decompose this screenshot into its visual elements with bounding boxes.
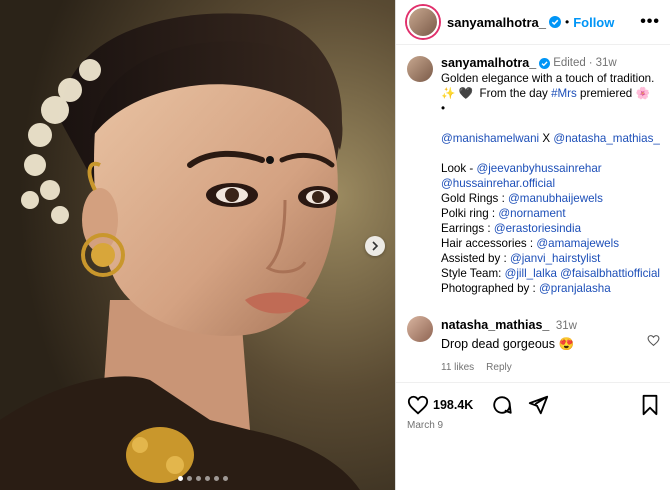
separator-dot: · [588,57,593,69]
mention-link[interactable]: @manishamelwani [441,132,539,145]
author-avatar[interactable] [407,6,439,38]
commenter-avatar[interactable] [407,316,433,342]
heart-icon[interactable] [647,334,660,347]
post-caption: sanyamalhotra_ Edited · 31w Golden elega… [407,56,662,296]
credit-mention[interactable]: @jeevanbyhussainrehar [476,162,601,175]
verified-icon [539,58,551,69]
credit-line: @hussainrehar.official [441,176,660,191]
credit-line: Photographed by : @pranjalasha [441,281,660,296]
comment-icon[interactable] [491,394,513,416]
caption-line: ✨ 🖤 From the day #Mrs premiered 🌸 [441,87,650,100]
credit-label: Assisted by : [441,252,510,265]
credit-line: Gold Rings : @manubhaijewels [441,191,660,206]
post-photo[interactable] [0,0,395,490]
credit-mention[interactable]: @amamajewels [536,237,619,250]
reply-button[interactable]: Reply [486,359,512,377]
caption-line: Golden elegance with a touch of traditio… [441,72,655,85]
separator-dot: • [565,15,570,29]
credit-mention[interactable]: @erastoriesindia [494,222,581,235]
credit-mention[interactable]: @manubhaijewels [508,192,603,205]
credit-mention[interactable]: @nornament [498,207,565,220]
edited-label: Edited [553,57,586,69]
post-header: sanyamalhotra_ • Follow ••• [396,0,670,45]
credit-mention[interactable]: @janvi_hairstylist [510,252,600,265]
credit-label: Polki ring : [441,207,499,220]
caption-avatar[interactable] [407,56,433,82]
caption-age[interactable]: 31w [596,56,617,71]
comment-age[interactable]: 31w [556,320,577,332]
caption-line: • [441,102,446,115]
portrait-image [0,0,395,490]
carousel-dot [214,476,219,481]
credit-label: Look - [441,162,477,175]
credit-label: Hair accessories : [441,237,537,250]
post-viewer: sanyamalhotra_ • Follow ••• sanyamalhotr… [0,0,670,490]
author-username[interactable]: sanyamalhotra_ [447,15,546,30]
comment-likes[interactable]: 11 likes [441,359,474,377]
follow-button[interactable]: Follow [573,15,614,30]
chevron-right-icon [372,241,379,251]
carousel-dot [178,476,183,481]
credit-line: Earrings : @erastoriesindia [441,221,660,236]
credit-line: Assisted by : @janvi_hairstylist [441,251,660,266]
commenter-username[interactable]: natasha_mathias_ [441,318,549,332]
mention-link[interactable]: @natasha_mathias_ [553,132,660,145]
carousel-indicator [178,476,228,481]
post-details-panel: sanyamalhotra_ • Follow ••• sanyamalhotr… [395,0,670,490]
comment-text: Drop dead gorgeous 😍 [441,337,575,351]
credit-label: Style Team: [441,267,505,280]
next-image-button[interactable] [365,236,385,256]
share-icon[interactable] [527,394,549,416]
caption-username[interactable]: sanyamalhotra_ [441,56,536,71]
bookmark-icon[interactable] [640,394,660,416]
likes-count[interactable]: 198.4K [433,398,473,412]
credit-mention[interactable]: @jill_lalka @faisalbhattiofficial [505,267,660,280]
credit-line: Polki ring : @nornament [441,206,660,221]
heart-icon[interactable] [407,394,429,416]
carousel-dot [187,476,192,481]
credit-line: Look - @jeevanbyhussainrehar [441,161,660,176]
credit-line: Style Team: @jill_lalka @faisalbhattioff… [441,266,660,281]
credit-line: Hair accessories : @amamajewels [441,236,660,251]
comment-item: natasha_mathias_ 31w Drop dead gorgeous … [407,316,662,377]
tags-line: @manishamelwani X @natasha_mathias_ [441,132,660,145]
credit-label: Earrings : [441,222,494,235]
post-date[interactable]: March 9 [407,420,443,431]
verified-icon [549,16,561,28]
carousel-dot [196,476,201,481]
hashtag-link[interactable]: #Mrs [551,87,577,100]
credit-label: Photographed by : [441,282,539,295]
carousel-dot [223,476,228,481]
carousel-dot [205,476,210,481]
credit-label: Gold Rings : [441,192,509,205]
more-icon[interactable]: ••• [640,13,660,31]
credit-mention[interactable]: @pranjalasha [539,282,611,295]
credit-mention[interactable]: @hussainrehar.official [441,177,555,190]
